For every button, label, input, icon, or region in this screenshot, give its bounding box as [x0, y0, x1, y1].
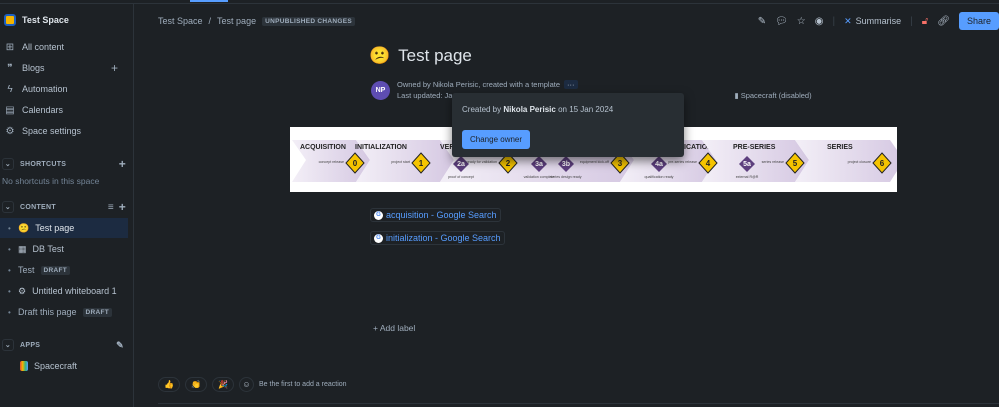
filter-icon[interactable]: ≡	[108, 202, 114, 213]
breadcrumb: Test Space / Test page UNPUBLISHED CHANG…	[158, 16, 356, 26]
reactions-bar: 👍 👏 🎉 ☺ Be the first to add a reaction	[158, 377, 347, 392]
add-shortcut-button[interactable]: +	[119, 157, 126, 171]
breadcrumb-page[interactable]: Test page	[217, 16, 256, 26]
calendar-icon: ▤	[5, 104, 15, 116]
more-button[interactable]: ···	[564, 80, 578, 89]
quote-icon: ❞	[7, 62, 13, 74]
sidebar-item-automation[interactable]: ϟ Automation	[0, 79, 128, 99]
edit-apps-icon[interactable]: ✎	[116, 340, 124, 351]
owner-popup: Created by Nikola Perisic on 15 Jan 2024…	[452, 93, 684, 157]
unlock-icon[interactable]: 🔓︎	[922, 16, 928, 27]
milestone-id: 3	[618, 159, 623, 168]
sidebar-item-calendars[interactable]: ▤ Calendars	[0, 100, 128, 120]
milestone-label: series release	[762, 160, 784, 164]
chevron-down-icon[interactable]: ⌄	[2, 201, 14, 213]
link-icon[interactable]: 🔗︎	[937, 16, 950, 27]
draft-badge: DRAFT	[82, 307, 113, 317]
owner-line: Owned by Nikola Perisic, created with a …	[397, 80, 578, 89]
milestone-id: 3a	[535, 161, 543, 168]
shortcuts-empty: No shortcuts in this space	[2, 176, 100, 186]
google-icon: G	[374, 233, 383, 243]
milestone-id: 4a	[655, 161, 663, 168]
spacecraft-icon	[20, 361, 28, 371]
stage-label: PRE-SERIES	[733, 144, 776, 151]
space-logo-icon	[4, 14, 16, 26]
milestone-label: project start	[391, 160, 410, 164]
summarise-button[interactable]: ✕ Summarise	[844, 16, 901, 27]
content-item-db-test[interactable]: • ▦ DB Test	[0, 239, 128, 259]
edit-icon[interactable]: ✎	[758, 16, 766, 27]
add-blog-button[interactable]: +	[111, 61, 118, 75]
content-header[interactable]: ⌄ CONTENT ≡ +	[2, 200, 130, 214]
avatar[interactable]: NP	[371, 81, 390, 100]
gear-icon: ⚙	[5, 125, 15, 137]
milestone-label: ready for validation	[467, 160, 497, 164]
page-emoji[interactable]: 😕	[369, 46, 390, 66]
apps-header[interactable]: ⌄ APPS ✎	[2, 339, 130, 351]
add-content-button[interactable]: +	[119, 200, 126, 214]
google-icon: G	[374, 210, 383, 220]
top-bar	[0, 0, 999, 4]
reaction-clap[interactable]: 👏	[185, 377, 207, 392]
milestone-label: project closure	[848, 160, 871, 164]
smart-link-initialization[interactable]: Ginitialization - Google Search	[370, 231, 505, 245]
app-item-spacecraft[interactable]: Spacecraft	[0, 356, 128, 376]
milestone-id: 2	[506, 159, 511, 168]
milestone-label: concept release	[319, 160, 344, 164]
reaction-thumbs-up[interactable]: 👍	[158, 377, 180, 392]
star-icon[interactable]: ☆	[797, 16, 806, 27]
content-item-test[interactable]: • Test DRAFT	[0, 260, 128, 280]
space-header[interactable]: Test Space	[0, 10, 128, 30]
breadcrumb-space[interactable]: Test Space	[158, 16, 203, 26]
share-button[interactable]: Share	[958, 12, 999, 30]
created-by-text: Created by Nikola Perisic on 15 Jan 2024	[462, 105, 614, 114]
add-label-button[interactable]: + Add label	[373, 323, 415, 333]
chevron-down-icon[interactable]: ⌄	[2, 158, 14, 170]
content-item-test-page[interactable]: • 😕 Test page	[0, 218, 128, 238]
sidebar: Test Space ⊞ All content ❞ Blogs + ϟ Automat…	[0, 4, 134, 407]
database-icon: ▦	[18, 243, 27, 254]
milestone-id: 6	[880, 159, 885, 168]
draft-badge: DRAFT	[40, 265, 71, 275]
whiteboard-icon: ⚙	[18, 285, 27, 296]
milestone-label: pre-series release	[668, 160, 697, 164]
stage-label: INITIALIZATION	[355, 144, 407, 151]
sidebar-item-all-content[interactable]: ⊞ All content	[0, 37, 128, 57]
reaction-party[interactable]: 🎉	[212, 377, 234, 392]
lightning-icon: ϟ	[7, 83, 13, 95]
chevron-down-icon[interactable]: ⌄	[2, 339, 14, 351]
divider	[158, 403, 999, 404]
content-item-whiteboard[interactable]: • ⚙ Untitled whiteboard 1	[0, 281, 128, 301]
milestone-id: 0	[353, 159, 358, 168]
stage-label: ACQUISITION	[300, 144, 346, 151]
sidebar-item-blogs[interactable]: ❞ Blogs +	[0, 58, 128, 78]
page-title[interactable]: 😕 Test page	[369, 46, 472, 66]
watch-icon[interactable]: ◉	[815, 16, 824, 27]
comment-icon[interactable]: 💬︎	[775, 16, 788, 27]
shortcuts-header[interactable]: ⌄ SHORTCUTS +	[2, 157, 130, 171]
milestone-label: external R@R	[736, 175, 759, 179]
sidebar-item-space-settings[interactable]: ⚙ Space settings	[0, 121, 128, 141]
milestone-id: 3b	[562, 161, 570, 168]
stage-label: SERIES	[827, 144, 853, 151]
milestone-id: 1	[419, 159, 424, 168]
grid-icon: ⊞	[5, 41, 15, 53]
page-toolbar: ✎ 💬︎ ☆ ◉ | ✕ Summarise | 🔓︎ 🔗︎ Share	[758, 12, 999, 30]
milestone-id: 4	[706, 159, 711, 168]
milestone-label: series design ready	[550, 175, 581, 179]
milestone-id: 5a	[743, 161, 751, 168]
add-reaction-icon[interactable]: ☺	[239, 377, 254, 392]
ai-icon: ✕	[844, 15, 852, 26]
milestone-id: 2a	[457, 161, 465, 168]
content-item-draft-this-page[interactable]: • Draft this page DRAFT	[0, 302, 128, 322]
milestone-id: 5	[793, 159, 798, 168]
spacecraft-icon: ▮	[734, 91, 739, 100]
milestone-label: equipment kick-off	[580, 160, 609, 164]
milestone-label: proof of concept	[448, 175, 474, 179]
milestone-label: qualification ready	[645, 175, 674, 179]
change-owner-button[interactable]: Change owner	[462, 130, 531, 149]
status-badge: UNPUBLISHED CHANGES	[262, 16, 356, 26]
smart-link-acquisition[interactable]: Gacquisition - Google Search	[370, 208, 501, 222]
